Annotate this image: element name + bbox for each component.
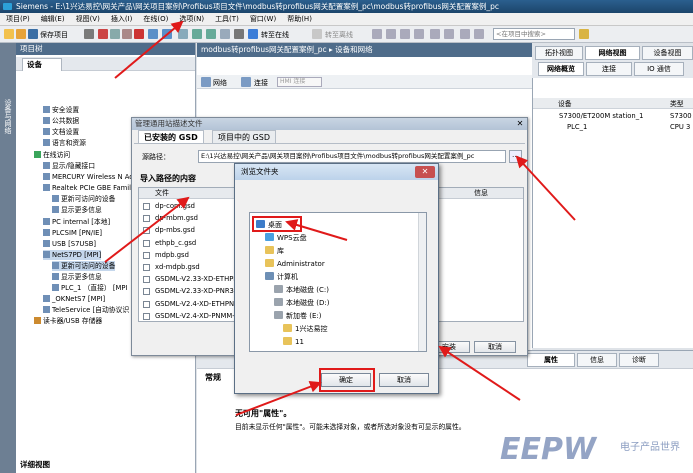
watermark-cn: 电子产品世界 [620, 442, 680, 453]
arrow-to-desktop [285, 219, 348, 241]
arrow-to-ok [235, 380, 322, 416]
arrow-to-gsd-list [104, 196, 190, 263]
annotation-arrows [104, 20, 576, 416]
arrow-to-options-menu [114, 20, 184, 79]
arrow-to-install [438, 345, 521, 401]
eepw-watermark: EEPW 电子产品世界 [480, 432, 693, 473]
watermark-brand: EEPW [500, 432, 597, 467]
arrow-to-browse-button [515, 155, 576, 221]
